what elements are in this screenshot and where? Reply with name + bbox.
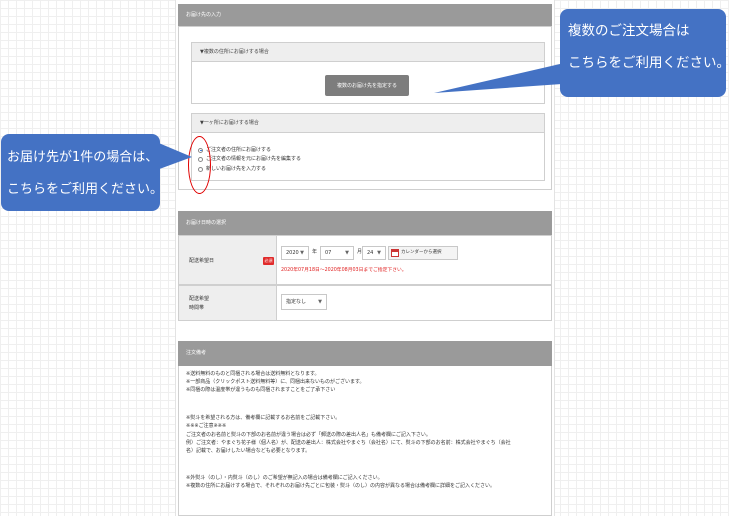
notes-line: ※同梱の際は温度帯が違うものも同梱されますことをご了承下さい — [186, 387, 336, 393]
month-select-value: 07 — [325, 250, 332, 256]
delivery-date-label-cell: 配送希望日 必須 — [179, 236, 277, 284]
notes-line: 例）ご注文者：やまぐち花子様（個人名）が、配送の差出人：株式会社やまぐち（会社名… — [186, 440, 511, 446]
delivery-time-label-cell: 配送希望 時間帯 — [179, 286, 277, 320]
notes-line: ご注文者のお名前と熨斗の下部のお名前が違う場合は必ず「郵送の際の差出人名」も備考… — [186, 432, 431, 438]
day-select[interactable]: 24 ▼ — [362, 246, 386, 260]
specify-multiple-addresses-button[interactable]: 複数のお届け先を指定する — [325, 75, 409, 96]
notes-line: ※一部商品（クリックポスト送料無料等）に、同梱出来ないものがございます。 — [186, 379, 365, 385]
delivery-date-label: 配送希望日 — [189, 258, 215, 264]
delivery-section-title: お届け日時の選択 — [186, 220, 227, 226]
left-callout-line1: お届け先が1件の場合は、 — [7, 150, 159, 165]
delivery-time-select[interactable]: 指定なし ▼ — [281, 294, 327, 310]
delivery-date-note: 2020年07月18日～2020年08月03日までご指定下さい。 — [281, 268, 407, 273]
calendar-icon — [391, 249, 399, 257]
single-address-header: ▼一ヶ所にお届けする場合 — [191, 113, 545, 133]
notes-line: ※送料無料のものと同梱される場合は送料無料となります。 — [186, 371, 320, 377]
notes-line: ※※※ご注意※※※ — [186, 423, 227, 429]
calendar-select-button[interactable]: カレンダーから選択 — [388, 246, 458, 260]
delivery-time-row: 配送希望 時間帯 — [178, 285, 552, 321]
year-select[interactable]: 2020 ▼ — [281, 246, 309, 260]
delivery-section-header: お届け日時の選択 — [178, 211, 552, 235]
day-select-value: 24 — [367, 250, 374, 256]
notes-line: 名）記載で、お届けしたい場合なども必要となります。 — [186, 448, 311, 454]
radio-option-edit-from-orderer[interactable]: ご注文者の情報を元にお届け先を編集する — [198, 155, 301, 163]
delivery-time-label-line2: 時間帯 — [189, 305, 205, 311]
radio-option-label: 新しいお届け先を入力する — [206, 166, 267, 172]
chevron-down-icon: ▼ — [345, 250, 349, 256]
right-callout: 複数のご注文場合は こちらをご利用ください。 — [560, 9, 729, 97]
required-badge: 必須 — [263, 257, 274, 265]
delivery-time-value: 指定なし — [286, 299, 307, 305]
chevron-down-icon: ▼ — [318, 299, 322, 305]
multiple-address-header-label: ▼複数の住所にお届けする場合 — [200, 49, 269, 55]
radio-option-label: ご注文者の情報を元にお届け先を編集する — [206, 156, 302, 162]
notes-line: ※複数の住所にお届けする場合で、それぞれのお届け先ごとに包装・熨斗（のし）の内容… — [186, 483, 495, 489]
right-callout-pointer — [434, 64, 562, 93]
year-unit: 年 — [312, 249, 318, 255]
notes-section-title: 注文備考 — [186, 350, 207, 356]
notes-line: ※外熨斗（のし）・内熨斗（のし）のご希望が無記入の場合は備考欄にご記入ください。 — [186, 475, 383, 481]
chevron-down-icon: ▼ — [300, 250, 304, 256]
right-callout-line2: こちらをご利用ください。 — [568, 55, 729, 71]
right-callout-line1: 複数のご注文場合は — [568, 23, 690, 39]
calendar-button-label: カレンダーから選択 — [401, 250, 442, 255]
left-callout: お届け先が1件の場合は、 こちらをご利用ください。 — [1, 134, 164, 211]
multiple-address-header: ▼複数の住所にお届けする場合 — [191, 42, 545, 62]
year-select-value: 2020 — [286, 250, 299, 256]
left-callout-line2: こちらをご利用ください。 — [7, 182, 164, 197]
notes-line: ※熨斗を希望される方は、備考欄に記載するお名前をご記載下さい。 — [186, 415, 341, 421]
single-address-header-label: ▼一ヶ所にお届けする場合 — [200, 120, 259, 126]
month-select[interactable]: 07 ▼ — [320, 246, 354, 260]
delivery-date-row: 配送希望日 必須 — [178, 235, 552, 285]
delivery-time-label-line1: 配送希望 — [189, 296, 210, 302]
shipping-section-title: お届け先の入力 — [186, 12, 222, 18]
shipping-section-header: お届け先の入力 — [178, 4, 552, 26]
radio-option-label: ご注文者の住所にお届けする — [206, 147, 272, 153]
chevron-down-icon: ▼ — [377, 250, 381, 256]
notes-section-header: 注文備考 — [178, 341, 552, 366]
